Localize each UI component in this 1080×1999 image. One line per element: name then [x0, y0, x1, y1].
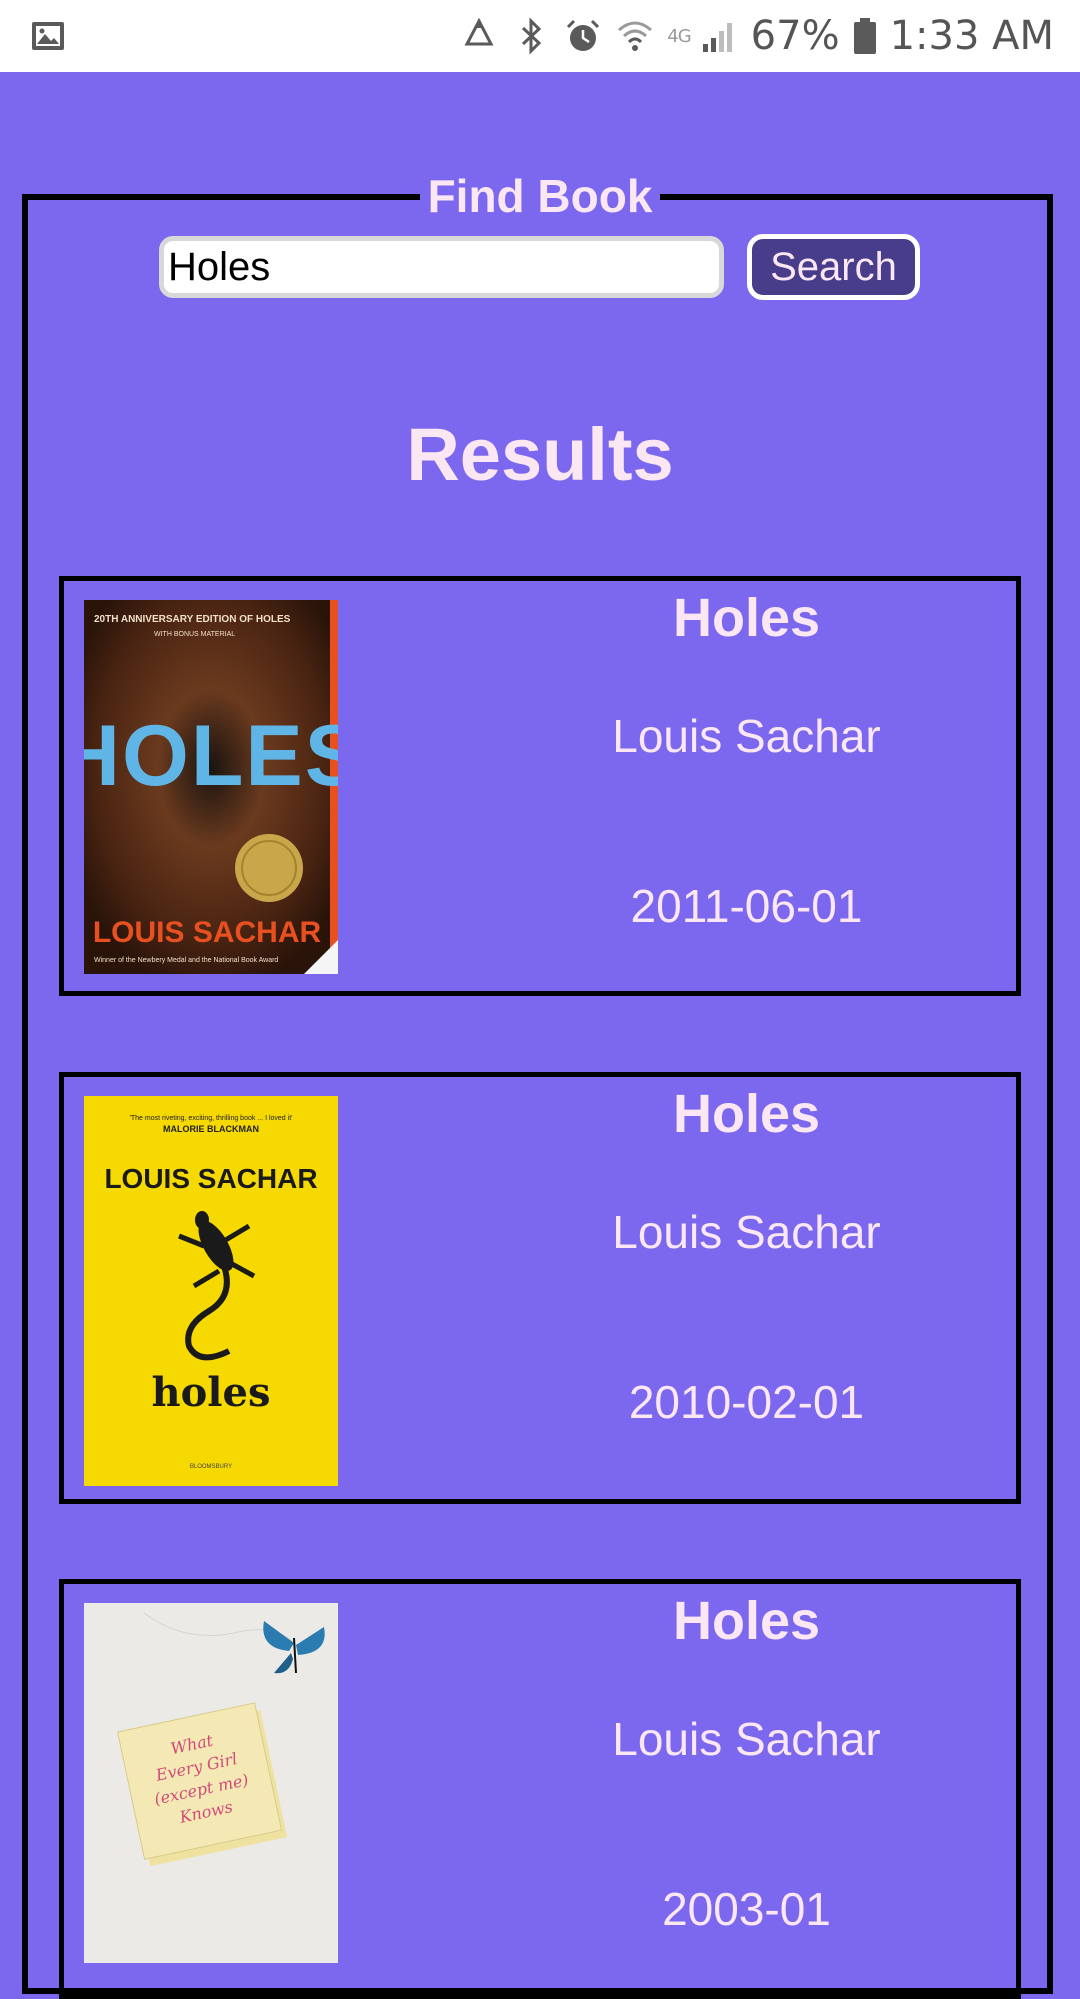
- recycle-icon: [464, 17, 494, 46]
- network-type: 4G: [667, 25, 691, 47]
- search-button[interactable]: Search: [747, 234, 920, 300]
- book-cover-image: 'The most riveting, exciting, thrilling …: [84, 1096, 338, 1486]
- book-date: 2003-01: [662, 1883, 831, 1935]
- book-title: Holes: [672, 588, 821, 648]
- holes-yellow-lizard-cover: 'The most riveting, exciting, thrilling …: [84, 1096, 338, 1486]
- svg-text:BLOOMSBURY: BLOOMSBURY: [190, 1464, 232, 1470]
- svg-text:Winner of the Newbery Medal an: Winner of the Newbery Medal and the Nati…: [94, 957, 278, 964]
- results-heading: Results: [406, 413, 674, 496]
- book-title: Holes: [672, 1084, 821, 1144]
- svg-text:LOUIS SACHAR: LOUIS SACHAR: [93, 916, 322, 949]
- wifi-icon: [618, 21, 653, 51]
- book-author: Louis Sachar: [612, 1713, 881, 1765]
- book-title: Holes: [672, 1591, 821, 1651]
- book-author: Louis Sachar: [612, 1206, 881, 1258]
- book-author: Louis Sachar: [612, 710, 881, 762]
- book-cover-image: 20TH ANNIVERSARY EDITION OF HOLES WITH B…: [84, 600, 338, 974]
- book-date: 2011-06-01: [630, 880, 863, 932]
- book-cover-image: What Every Girl (except me) Knows: [84, 1603, 338, 1963]
- svg-text:'The most riveting, exciting,: 'The most riveting, exciting, thrilling …: [130, 1115, 293, 1122]
- battery-icon: [853, 18, 876, 54]
- result-card[interactable]: 20TH ANNIVERSARY EDITION OF HOLES WITH B…: [59, 576, 1021, 996]
- battery-percent: 67%: [750, 13, 840, 59]
- holes-anniversary-cover: 20TH ANNIVERSARY EDITION OF HOLES WITH B…: [84, 600, 338, 974]
- gallery-icon: [32, 22, 64, 50]
- book-date: 2010-02-01: [628, 1376, 865, 1428]
- bluetooth-icon: [522, 17, 542, 55]
- status-bar: 4G 67% 1:33 AM: [0, 0, 1080, 72]
- signal-icon: [702, 23, 732, 52]
- search-input[interactable]: [159, 236, 724, 298]
- what-every-girl-knows-cover: What Every Girl (except me) Knows: [84, 1603, 338, 1963]
- find-book-legend: Find Book: [420, 168, 660, 224]
- result-card[interactable]: 'The most riveting, exciting, thrilling …: [59, 1072, 1021, 1504]
- clock: 1:33 AM: [889, 13, 1054, 59]
- alarm-icon: [567, 19, 600, 51]
- svg-text:MALORIE BLACKMAN: MALORIE BLACKMAN: [163, 1124, 259, 1134]
- svg-text:holes: holes: [152, 1369, 271, 1416]
- result-card[interactable]: What Every Girl (except me) Knows Holes …: [59, 1579, 1021, 1999]
- svg-text:HOLES: HOLES: [84, 708, 338, 804]
- svg-text:LOUIS SACHAR: LOUIS SACHAR: [104, 1163, 317, 1194]
- svg-text:WITH BONUS MATERIAL: WITH BONUS MATERIAL: [154, 631, 235, 638]
- svg-text:20TH ANNIVERSARY EDITION OF HO: 20TH ANNIVERSARY EDITION OF HOLES: [94, 614, 291, 625]
